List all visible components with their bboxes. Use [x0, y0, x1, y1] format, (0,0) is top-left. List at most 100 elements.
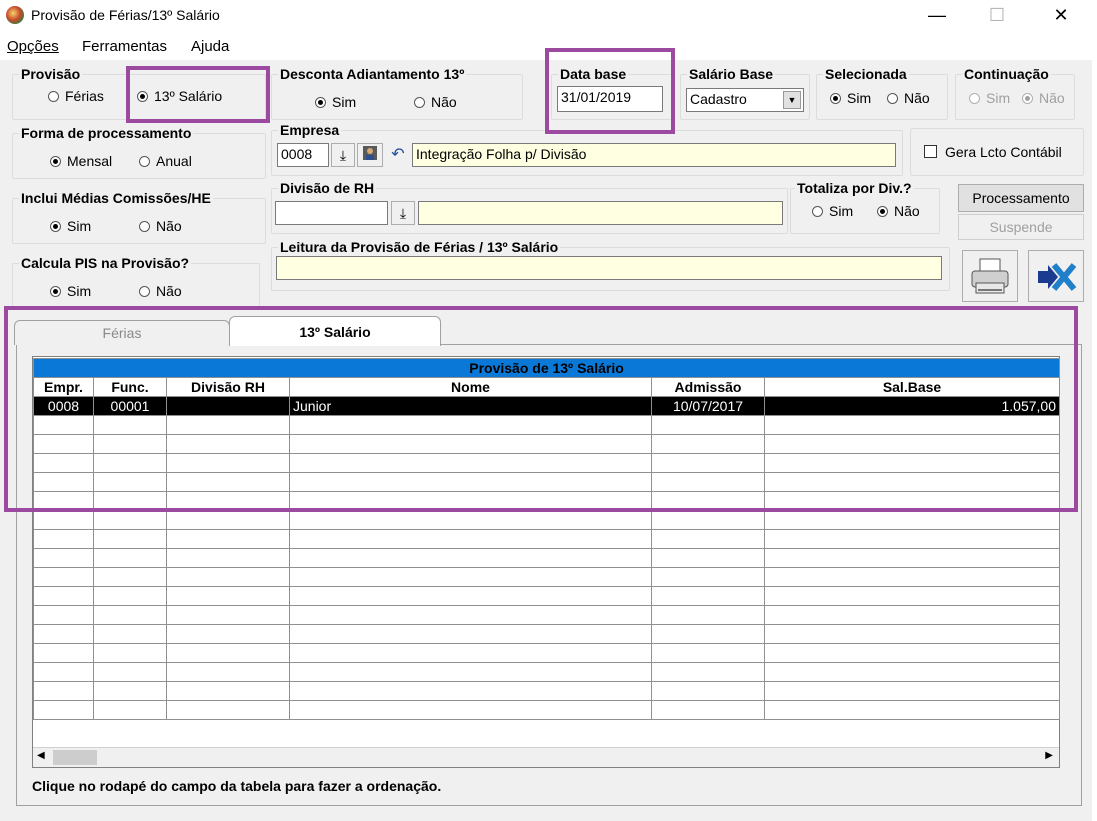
table-row[interactable] [33, 624, 1060, 644]
table-cell [289, 567, 652, 587]
table-cell [93, 491, 167, 511]
table-cell [33, 700, 94, 720]
table-row[interactable] [33, 529, 1060, 549]
table-row[interactable] [33, 548, 1060, 568]
forma-anual[interactable]: Anual [139, 153, 192, 169]
table-cell [289, 548, 652, 568]
desconta-sim[interactable]: Sim [315, 94, 356, 110]
menu-opcoes[interactable]: Opções [7, 38, 59, 55]
pis-sim-dot [50, 285, 61, 297]
table-cell [33, 415, 94, 435]
table-cell [764, 567, 1060, 587]
table-cell [166, 472, 290, 492]
chevron-down-icon[interactable]: ▼ [783, 91, 801, 109]
desconta-sim-dot [315, 96, 326, 108]
continuacao-sim-dot [969, 92, 980, 104]
col-admissao[interactable]: Admissão [651, 377, 765, 397]
table-cell [166, 491, 290, 511]
empresa-code-input[interactable]: 0008 [277, 143, 329, 167]
col-divisao[interactable]: Divisão RH [166, 377, 290, 397]
minimize-icon: — [928, 5, 946, 25]
selecionada-sim[interactable]: Sim [830, 90, 871, 106]
table-row[interactable] [33, 567, 1060, 587]
col-empr[interactable]: Empr. [33, 377, 94, 397]
menu-ajuda[interactable]: Ajuda [191, 38, 229, 55]
scroll-left-icon[interactable]: ◀ [37, 750, 45, 761]
table-row[interactable] [33, 700, 1060, 720]
salario-base-select[interactable]: Cadastro ▼ [686, 88, 804, 112]
table-cell [33, 491, 94, 511]
table-row[interactable] [33, 415, 1060, 435]
table-cell [289, 434, 652, 454]
table-cell [33, 643, 94, 663]
totaliza-nao[interactable]: Não [877, 203, 920, 219]
close-button[interactable]: ✕ [1038, 0, 1084, 32]
desconta-nao-label: Não [431, 94, 457, 110]
undo-icon[interactable]: ↶ [386, 143, 410, 167]
pis-nao[interactable]: Não [139, 283, 182, 299]
horizontal-scrollbar[interactable]: ◀ ▶ [33, 747, 1059, 767]
tab-ferias[interactable]: Férias [14, 320, 230, 345]
table-cell [166, 567, 290, 587]
table-cell [651, 605, 765, 625]
data-base-input[interactable]: 31/01/2019 [557, 86, 663, 112]
col-nome[interactable]: Nome [289, 377, 652, 397]
inclui-nao[interactable]: Não [139, 218, 182, 234]
table-cell [651, 453, 765, 473]
divisao-download-icon[interactable]: ⤓ [391, 201, 415, 225]
table-row[interactable] [33, 434, 1060, 454]
table-row[interactable] [33, 681, 1060, 701]
table-cell [33, 510, 94, 530]
table-header-row: Empr. Func. Divisão RH Nome Admissão Sal… [33, 377, 1060, 397]
table-cell [651, 624, 765, 644]
table-cell [289, 491, 652, 511]
col-func[interactable]: Func. [93, 377, 167, 397]
continuacao-nao-dot [1022, 92, 1033, 104]
suspende-button[interactable]: Suspende [958, 214, 1084, 240]
radio-13-salario[interactable]: 13º Salário [137, 88, 222, 104]
totaliza-nao-dot [877, 205, 888, 217]
divisao-name-field [418, 201, 783, 225]
download-arrow-icon[interactable]: ⤓ [331, 143, 355, 167]
divisao-code-input[interactable] [275, 201, 388, 225]
table-row[interactable] [33, 491, 1060, 511]
forma-mensal[interactable]: Mensal [50, 153, 112, 169]
pis-sim[interactable]: Sim [50, 283, 91, 299]
menu-bar: Opções Ferramentas Ajuda [0, 32, 1092, 60]
table-row[interactable] [33, 643, 1060, 663]
table-row[interactable]: 0008 00001 Junior 10/07/2017 1.057,00 [33, 396, 1060, 416]
table-row[interactable] [33, 472, 1060, 492]
col-salbase[interactable]: Sal.Base [764, 377, 1060, 397]
table-cell [289, 586, 652, 606]
scroll-thumb[interactable] [53, 750, 97, 765]
table-cell [93, 415, 167, 435]
table-row[interactable] [33, 510, 1060, 530]
radio-ferias[interactable]: Férias [48, 88, 104, 104]
table-cell [764, 605, 1060, 625]
maximize-button[interactable]: ☐ [974, 0, 1020, 32]
tab-13-salario[interactable]: 13º Salário [229, 316, 441, 346]
table-cell [289, 605, 652, 625]
search-person-icon[interactable] [357, 143, 383, 167]
selecionada-label: Selecionada [825, 66, 907, 82]
scroll-right-icon[interactable]: ▶ [1045, 750, 1053, 761]
table-row[interactable] [33, 453, 1060, 473]
inclui-sim[interactable]: Sim [50, 218, 91, 234]
table-row[interactable] [33, 586, 1060, 606]
table-row[interactable] [33, 662, 1060, 682]
gera-lcto-checkbox[interactable] [924, 145, 937, 158]
menu-ferramentas[interactable]: Ferramentas [82, 38, 167, 55]
table-cell [651, 567, 765, 587]
minimize-button[interactable]: — [914, 0, 960, 32]
exit-button[interactable] [1028, 250, 1084, 302]
selecionada-nao[interactable]: Não [887, 90, 930, 106]
forma-mensal-label: Mensal [67, 153, 113, 169]
desconta-nao[interactable]: Não [414, 94, 457, 110]
exit-icon [1038, 263, 1077, 291]
totaliza-sim[interactable]: Sim [812, 203, 853, 219]
processamento-button[interactable]: Processamento [958, 184, 1084, 212]
table-cell [93, 510, 167, 530]
forma-anual-label: Anual [156, 153, 192, 169]
print-button[interactable] [962, 250, 1018, 302]
table-row[interactable] [33, 605, 1060, 625]
